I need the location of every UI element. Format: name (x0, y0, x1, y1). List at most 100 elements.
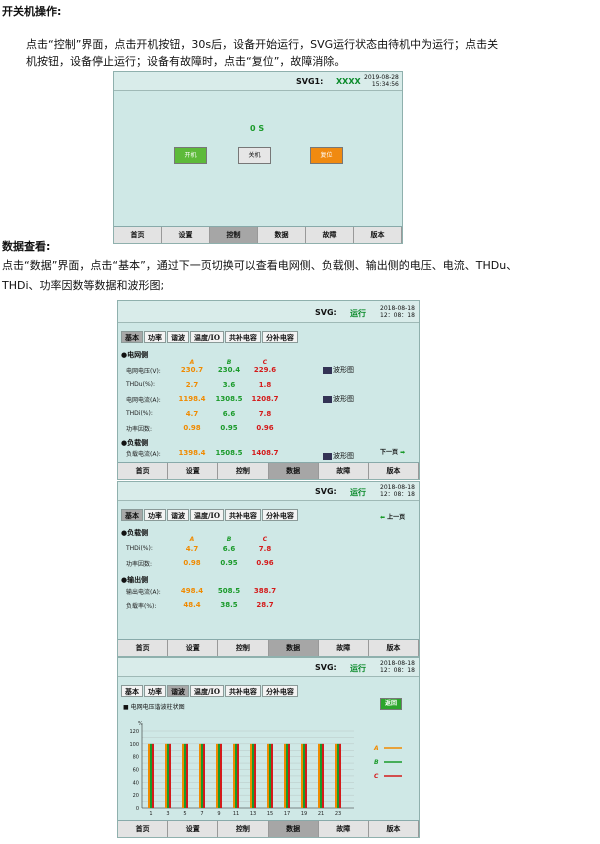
x-tick-label: 5 (183, 811, 186, 817)
bar-a-h13 (250, 743, 252, 808)
value-phase-b: 3.6 (222, 380, 236, 389)
nav-version[interactable]: 版本 (354, 227, 402, 243)
x-tick-label: 19 (301, 811, 307, 817)
y-tick-label: 100 (129, 742, 139, 748)
nav-fault[interactable]: 故障 (319, 821, 369, 837)
nav-version[interactable]: 版本 (369, 463, 419, 479)
nav-data[interactable]: 数据 (268, 640, 319, 656)
nav-control[interactable]: 控制 (210, 227, 258, 243)
value-phase-b: 6.6 (222, 545, 236, 553)
tab-power[interactable]: 功率 (144, 509, 166, 521)
status-bar: SVG: 运行 2018-08-18 12：08：18 (118, 301, 419, 323)
bar-b-h13 (252, 743, 254, 808)
nav-version[interactable]: 版本 (369, 640, 419, 656)
tab-common-cap[interactable]: 共补电容 (224, 331, 261, 343)
heading-data: 数据查看: (2, 240, 51, 253)
row-label: THDu(%): (126, 380, 156, 388)
paragraph-line: THDi、功率因数等数据和波形图; (2, 279, 165, 292)
bar-c-h23 (339, 743, 341, 808)
power-off-button[interactable]: 关机 (238, 147, 271, 164)
value-phase-a: 1398.4 (178, 449, 206, 457)
tab-split-cap[interactable]: 分补电容 (261, 509, 298, 521)
nav-settings[interactable]: 设置 (168, 463, 219, 479)
bar-b-h15 (269, 743, 271, 808)
row-label: THDi(%): (126, 409, 153, 417)
data-screen-basic: SVG: 运行 2018-08-18 12：08：18 基本 功率 谐波 温度/I… (117, 300, 420, 480)
section-load: ●负载侧 (121, 439, 149, 447)
row-label: 负载电流(A): (126, 451, 161, 458)
bar-a-h5 (182, 743, 184, 808)
bottom-nav: 首页 设置 控制 数据 故障 版本 (114, 226, 402, 243)
tab-harmonic[interactable]: 谐波 (167, 331, 189, 343)
nav-home[interactable]: 首页 (118, 821, 169, 837)
bar-c-h5 (186, 743, 188, 808)
tab-power[interactable]: 功率 (144, 331, 166, 343)
phase-b-label: B (226, 359, 232, 366)
heading-power: 开关机操作: (2, 5, 62, 18)
nav-data[interactable]: 数据 (258, 227, 306, 243)
prev-page-button[interactable]: ⬅ 上一页 (380, 512, 405, 521)
nav-fault[interactable]: 故障 (319, 640, 369, 656)
bar-b-h3 (167, 743, 169, 808)
value-phase-c: 0.96 (256, 424, 274, 432)
nav-data[interactable]: 数据 (268, 463, 319, 479)
data-screen-page2: SVG: 运行 2018-08-18 12：08：18 基本 功率 谐波 温度/I… (117, 481, 420, 657)
tab-basic[interactable]: 基本 (121, 331, 143, 343)
bar-a-h7 (199, 743, 201, 808)
svg-label: SVG: (315, 487, 337, 496)
x-tick-label: 17 (284, 811, 290, 817)
nav-data[interactable]: 数据 (268, 821, 319, 837)
x-tick-label: 7 (200, 811, 203, 817)
tab-split-cap[interactable]: 分补电容 (261, 331, 298, 343)
bar-a-h1 (148, 743, 150, 808)
section-grid: ●电网侧 (121, 351, 149, 359)
nav-control[interactable]: 控制 (218, 821, 269, 837)
tab-temp-io[interactable]: 温度/IO (190, 509, 224, 521)
nav-settings[interactable]: 设置 (162, 227, 210, 243)
nav-fault[interactable]: 故障 (319, 463, 369, 479)
waveform-button[interactable]: 波形图 (323, 365, 354, 375)
power-on-button[interactable]: 开机 (174, 147, 207, 164)
paragraph-line: 机按钮，设备停止运行；设备有故障时，点击“复位”，故障消除。 (26, 55, 346, 68)
nav-settings[interactable]: 设置 (168, 821, 219, 837)
svg-label: SVG: (315, 308, 337, 317)
nav-home[interactable]: 首页 (114, 227, 162, 243)
reset-button[interactable]: 复位 (310, 147, 343, 164)
bar-b-h17 (286, 743, 288, 808)
x-tick-label: 1 (149, 811, 152, 817)
bar-a-h9 (216, 743, 218, 808)
legend-label-a: A (373, 745, 379, 752)
value-phase-c: 1408.7 (251, 449, 279, 457)
value-phase-a: 48.4 (183, 601, 201, 609)
value-phase-b: 0.95 (220, 424, 238, 432)
next-page-button[interactable]: 下一页 ➡ (380, 447, 405, 456)
tab-basic[interactable]: 基本 (121, 509, 143, 521)
value-phase-c: 388.7 (253, 587, 277, 595)
nav-control[interactable]: 控制 (218, 463, 269, 479)
bar-b-h7 (201, 743, 203, 808)
tab-common-cap[interactable]: 共补电容 (224, 509, 261, 521)
nav-control[interactable]: 控制 (218, 640, 269, 656)
tab-temp-io[interactable]: 温度/IO (190, 331, 224, 343)
value-phase-b: 508.5 (217, 587, 241, 595)
bar-c-h15 (271, 743, 273, 808)
nav-home[interactable]: 首页 (118, 463, 169, 479)
value-phase-a: 2.7 (185, 380, 199, 389)
nav-home[interactable]: 首页 (118, 640, 169, 656)
y-tick-label: 80 (133, 755, 139, 761)
row-label: THDi(%): (126, 545, 153, 552)
waveform-button[interactable]: 波形图 (323, 451, 354, 461)
value-phase-a: 1198.4 (178, 395, 206, 403)
waveform-button[interactable]: 波形图 (323, 394, 354, 404)
bar-c-h7 (203, 743, 205, 808)
row-label: 电网电压(V): (126, 368, 161, 375)
nav-settings[interactable]: 设置 (168, 640, 219, 656)
tab-harmonic[interactable]: 谐波 (167, 509, 189, 521)
section-output: ●输出侧 (121, 576, 149, 584)
bar-a-h21 (318, 743, 320, 808)
status-text: 运行 (350, 309, 366, 318)
nav-version[interactable]: 版本 (369, 821, 419, 837)
nav-fault[interactable]: 故障 (306, 227, 354, 243)
value-phase-a: 230.7 (180, 366, 204, 374)
bottom-nav: 首页 设置 控制 数据 故障 版本 (118, 462, 419, 479)
